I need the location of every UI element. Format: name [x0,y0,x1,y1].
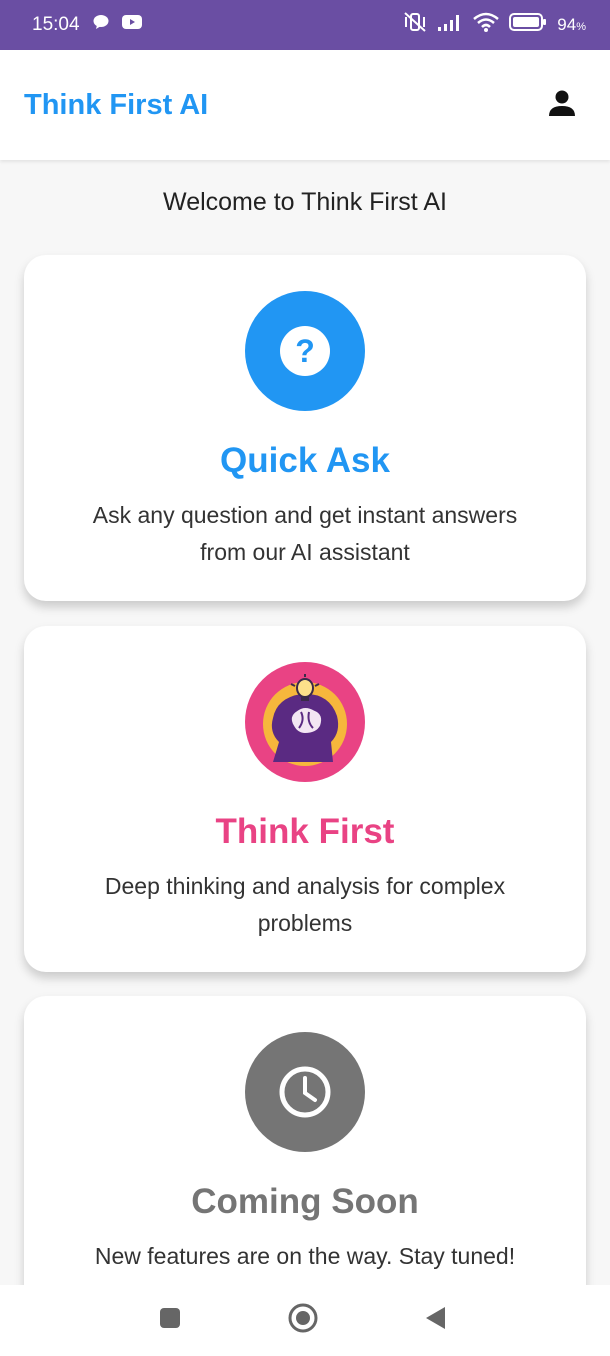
welcome-text: Welcome to Think First AI [163,188,447,216]
main-content: Welcome to Think First AI ? Quick Ask As… [0,160,610,1285]
app-bar: Think First AI [0,50,610,160]
recents-square-icon [158,1306,182,1335]
clock-icon [245,1032,365,1152]
card-description: Deep thinking and analysis for complex p… [104,873,506,936]
profile-button[interactable] [538,81,586,129]
wifi-icon [473,11,500,39]
card-title: Think First [215,812,395,851]
battery-percent: 94% [557,15,586,34]
person-icon [548,89,576,122]
back-triangle-icon [423,1305,447,1336]
card-title: Quick Ask [220,441,390,480]
think-first-card[interactable]: Think First Deep thinking and analysis f… [24,626,586,972]
help-circle-icon: ? [245,291,365,411]
mute-vibrate-icon [403,11,427,39]
chat-bubble-icon [92,13,110,37]
status-time: 15:04 [32,14,80,35]
app-title: Think First AI [24,88,209,121]
card-title: Coming Soon [191,1182,419,1221]
system-nav-bar [0,1285,610,1356]
quick-ask-card[interactable]: ? Quick Ask Ask any question and get ins… [24,255,586,601]
youtube-icon [121,14,142,36]
status-bar: 15:04 94% [0,0,610,50]
card-description: Ask any question and get instant answers… [92,502,518,565]
card-description: New features are on the way. Stay tuned! [94,1243,516,1269]
recents-button[interactable] [135,1285,205,1356]
home-button[interactable] [268,1285,338,1356]
thinking-head-icon [245,662,365,782]
back-button[interactable] [400,1285,470,1356]
coming-soon-card[interactable]: Coming Soon New features are on the way.… [24,996,586,1285]
home-circle-icon [287,1302,319,1339]
svg-text:?: ? [295,333,315,369]
signal-icon [437,12,463,38]
battery-icon [509,12,547,38]
